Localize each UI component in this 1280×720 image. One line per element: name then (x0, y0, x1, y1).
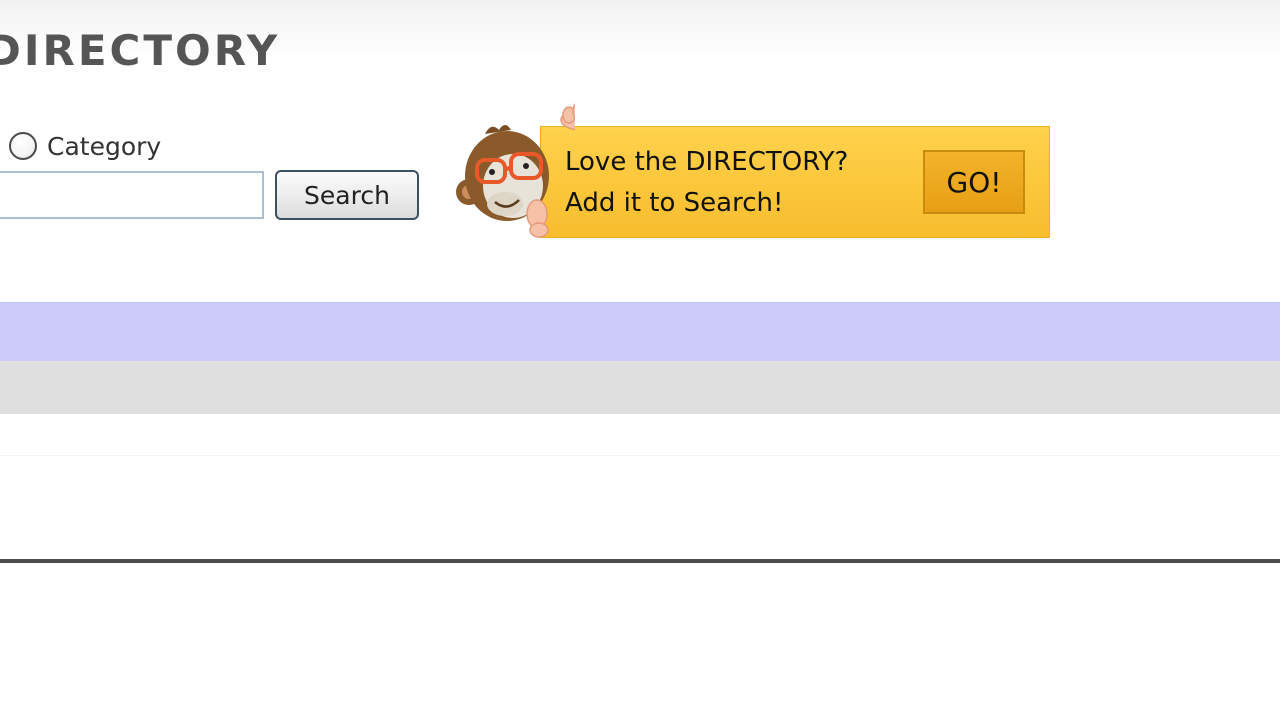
mascot-hand-bottom (526, 199, 549, 238)
add-to-search-promo[interactable]: Love the DIRECTORY? Add it to Search! GO… (455, 100, 1055, 242)
page: DIRECTORY Category Search Love the DIREC… (0, 0, 1280, 720)
promo-message: Love the DIRECTORY? Add it to Search! (565, 142, 915, 224)
category-radio-option[interactable]: Category (9, 130, 161, 162)
promo-line-1: Love the DIRECTORY? (565, 147, 849, 177)
promo-line-2: Add it to Search! (565, 188, 784, 218)
footer-rule (0, 559, 1280, 563)
monkey-mascot-icon (456, 103, 575, 238)
sub-nav-bar (0, 361, 1280, 414)
go-button[interactable]: GO! (923, 150, 1025, 214)
content-divider (0, 455, 1280, 456)
search-button[interactable]: Search (275, 170, 419, 220)
search-input[interactable] (0, 171, 264, 219)
nav-bar (0, 302, 1280, 361)
category-radio-button[interactable] (9, 132, 37, 160)
page-title: DIRECTORY (0, 26, 281, 75)
category-radio-label[interactable]: Category (47, 132, 161, 161)
mascot-hand-top (560, 103, 575, 131)
